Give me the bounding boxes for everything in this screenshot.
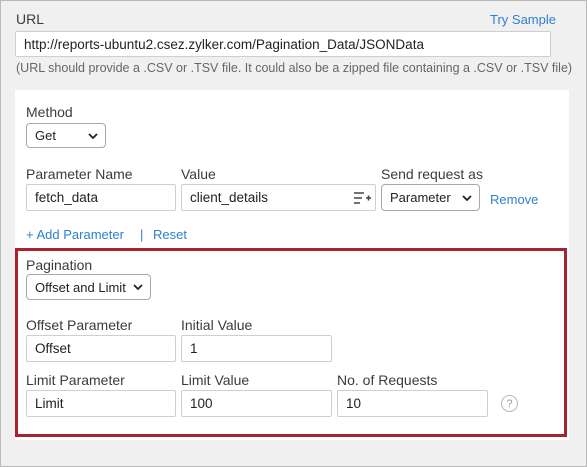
try-sample-link[interactable]: Try Sample xyxy=(490,12,556,27)
pagination-label: Pagination xyxy=(26,257,93,273)
method-select-value: Get xyxy=(35,128,56,143)
url-input[interactable]: http://reports-ubuntu2.csez.zylker.com/P… xyxy=(15,31,551,57)
no-of-requests-input[interactable]: 10 xyxy=(337,390,488,417)
send-request-as-label: Send request as xyxy=(381,166,483,182)
chevron-down-icon xyxy=(133,284,143,291)
chevron-down-icon xyxy=(462,194,472,201)
limit-parameter-label: Limit Parameter xyxy=(26,372,125,388)
parameter-name-label: Parameter Name xyxy=(26,166,133,182)
parameter-name-input[interactable]: fetch_data xyxy=(26,184,176,211)
method-label: Method xyxy=(26,104,73,120)
limit-parameter-input[interactable]: Limit xyxy=(26,390,176,417)
send-request-select-value: Parameter xyxy=(390,190,451,205)
value-label: Value xyxy=(181,166,216,182)
offset-parameter-input[interactable]: Offset xyxy=(26,335,176,362)
pagination-select[interactable]: Offset and Limit xyxy=(26,274,151,300)
url-label: URL xyxy=(16,11,45,27)
initial-value-label: Initial Value xyxy=(181,317,253,333)
method-select[interactable]: Get xyxy=(26,123,106,148)
reset-link[interactable]: Reset xyxy=(153,227,187,242)
offset-parameter-label: Offset Parameter xyxy=(26,317,133,333)
list-add-icon[interactable] xyxy=(353,190,371,206)
url-hint: (URL should provide a .CSV or .TSV file.… xyxy=(16,61,573,75)
remove-parameter-link[interactable]: Remove xyxy=(490,192,538,207)
limit-value-label: Limit Value xyxy=(181,372,250,388)
link-separator: | xyxy=(140,227,144,242)
chevron-down-icon xyxy=(88,132,98,139)
send-request-select[interactable]: Parameter xyxy=(381,184,480,211)
initial-value-input[interactable]: 1 xyxy=(181,335,332,362)
no-of-requests-label: No. of Requests xyxy=(337,372,438,388)
pagination-select-value: Offset and Limit xyxy=(35,279,126,295)
help-circle-icon[interactable]: ? xyxy=(501,395,518,412)
add-parameter-link[interactable]: + Add Parameter xyxy=(26,227,124,242)
parameter-value-input[interactable]: client_details xyxy=(181,184,376,211)
parameter-value-text: client_details xyxy=(190,190,269,205)
limit-value-input[interactable]: 100 xyxy=(181,390,332,417)
